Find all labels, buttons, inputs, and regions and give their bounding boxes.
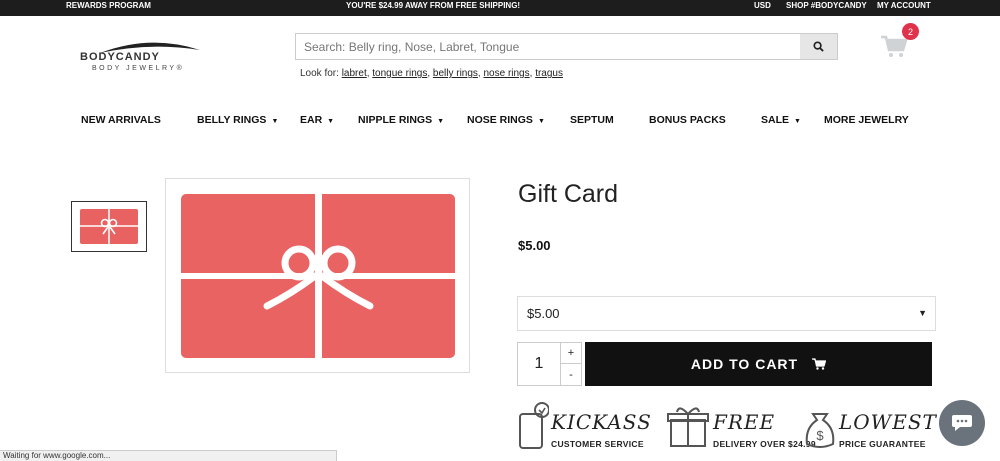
nav-label: NOSE RINGS xyxy=(467,114,533,126)
nav-item-septum[interactable]: SEPTUM xyxy=(570,114,614,126)
rewards-program-link[interactable]: REWARDS PROGRAM xyxy=(66,1,151,10)
cart-icon xyxy=(812,358,827,370)
live-chat-button[interactable] xyxy=(939,400,985,446)
svg-text:$: $ xyxy=(816,428,824,443)
caret-down-icon: ▼ xyxy=(794,118,801,125)
badge-free-delivery: FREE DELIVERY OVER $24.99 xyxy=(667,400,816,455)
badge-caption: CUSTOMER SERVICE xyxy=(551,439,644,449)
quantity-input[interactable]: 1 xyxy=(518,343,560,385)
badge-headline: FREE xyxy=(713,410,776,434)
suggestion-link[interactable]: nose rings xyxy=(483,68,529,79)
logo-wordmark: BODYCANDY xyxy=(80,51,160,63)
nav-item-ear[interactable]: EAR ▼ xyxy=(300,114,334,126)
browser-status-bar: Waiting for www.google.com... xyxy=(0,450,337,461)
amount-select[interactable]: $5.00 ▼ xyxy=(517,296,936,331)
dropdown-arrow-icon: ▼ xyxy=(918,308,927,318)
suggestion-link[interactable]: tongue rings xyxy=(372,68,427,79)
my-account-link[interactable]: MY ACCOUNT xyxy=(877,1,931,10)
nav-label: SALE xyxy=(761,114,790,126)
money-bag-icon: $ xyxy=(805,413,835,448)
nav-item-nipple-rings[interactable]: NIPPLE RINGS ▼ xyxy=(358,114,444,126)
suggestion-link[interactable]: belly rings xyxy=(433,68,478,79)
search-input[interactable] xyxy=(296,34,801,59)
badge-lowest-price: $ LOWEST PRICE GUARANTEE xyxy=(803,400,938,455)
cart-button[interactable]: 2 xyxy=(880,23,919,58)
top-bar: REWARDS PROGRAM YOU'RE $24.99 AWAY FROM … xyxy=(0,0,1000,16)
suggestion-link[interactable]: tragus xyxy=(535,68,563,79)
search-icon xyxy=(813,41,824,52)
gift-box-icon xyxy=(667,407,709,447)
product-main-image[interactable] xyxy=(165,178,470,373)
gift-card-thumbnail-image xyxy=(80,209,138,244)
ribbon-bow-icon xyxy=(80,209,138,244)
badge-caption: PRICE GUARANTEE xyxy=(839,439,926,449)
logo-subtitle: BODY JEWELRY® xyxy=(92,65,185,72)
quantity-stepper: 1 + - xyxy=(517,342,582,386)
look-for-label: Look for: xyxy=(300,68,339,79)
badge-customer-service: KICKASS CUSTOMER SERVICE xyxy=(517,400,651,455)
nav-item-belly-rings[interactable]: BELLY RINGS ▼ xyxy=(197,114,278,126)
nav-label: SEPTUM xyxy=(570,114,614,126)
gift-ribbon-icon xyxy=(181,194,455,358)
quantity-decrease-button[interactable]: - xyxy=(560,364,581,385)
shop-hashtag-link[interactable]: SHOP #BODYCANDY xyxy=(786,1,867,10)
chat-bubble-icon xyxy=(952,415,972,431)
free-shipping-banner: YOU'RE $24.99 AWAY FROM FREE SHIPPING! xyxy=(346,1,521,10)
site-logo[interactable]: BODYCANDY BODY JEWELRY® xyxy=(80,40,218,74)
search-button[interactable] xyxy=(800,34,837,59)
amount-selected-value: $5.00 xyxy=(527,306,560,321)
nav-label: BONUS PACKS xyxy=(649,114,726,126)
badge-headline: KICKASS xyxy=(551,410,652,434)
currency-selector[interactable]: USD xyxy=(754,1,771,10)
caret-down-icon: ▼ xyxy=(271,118,279,125)
caret-down-icon: ▼ xyxy=(437,118,445,125)
search-bar xyxy=(295,33,838,60)
cart-count-badge: 2 xyxy=(902,23,919,40)
add-to-cart-label: ADD TO CART xyxy=(690,356,799,372)
nav-label: NIPPLE RINGS xyxy=(358,114,433,126)
nav-label: EAR xyxy=(300,114,323,126)
add-to-cart-button[interactable]: ADD TO CART xyxy=(585,342,932,386)
nav-label: NEW ARRIVALS xyxy=(81,114,161,126)
product-price: $5.00 xyxy=(518,238,551,253)
nav-label: BELLY RINGS xyxy=(197,114,267,126)
phone-icon xyxy=(519,402,549,449)
product-title: Gift Card xyxy=(518,180,619,208)
nav-item-bonus-packs[interactable]: BONUS PACKS xyxy=(649,114,726,126)
nav-item-sale[interactable]: SALE ▼ xyxy=(761,114,801,126)
nav-item-more-jewelry[interactable]: MORE JEWELRY xyxy=(824,114,909,126)
gift-card-image xyxy=(181,194,455,358)
search-suggestions: Look for: labret, tongue rings, belly ri… xyxy=(300,68,563,79)
main-navigation: NEW ARRIVALS BELLY RINGS ▼ EAR ▼ NIPPLE RI… xyxy=(0,114,1000,128)
caret-down-icon: ▼ xyxy=(537,118,545,125)
badge-headline: LOWEST xyxy=(839,410,937,434)
quantity-increase-button[interactable]: + xyxy=(560,343,581,364)
nav-label: MORE JEWELRY xyxy=(824,114,909,126)
badge-caption: DELIVERY OVER $24.99 xyxy=(713,439,816,449)
product-thumbnail[interactable] xyxy=(71,201,147,252)
caret-down-icon: ▼ xyxy=(327,118,335,125)
nav-item-nose-rings[interactable]: NOSE RINGS ▼ xyxy=(467,114,545,126)
trust-badges: KICKASS CUSTOMER SERVICE FREE DELIVERY O… xyxy=(0,400,1000,455)
nav-item-new-arrivals[interactable]: NEW ARRIVALS xyxy=(81,114,161,126)
suggestion-link[interactable]: labret xyxy=(342,68,367,79)
